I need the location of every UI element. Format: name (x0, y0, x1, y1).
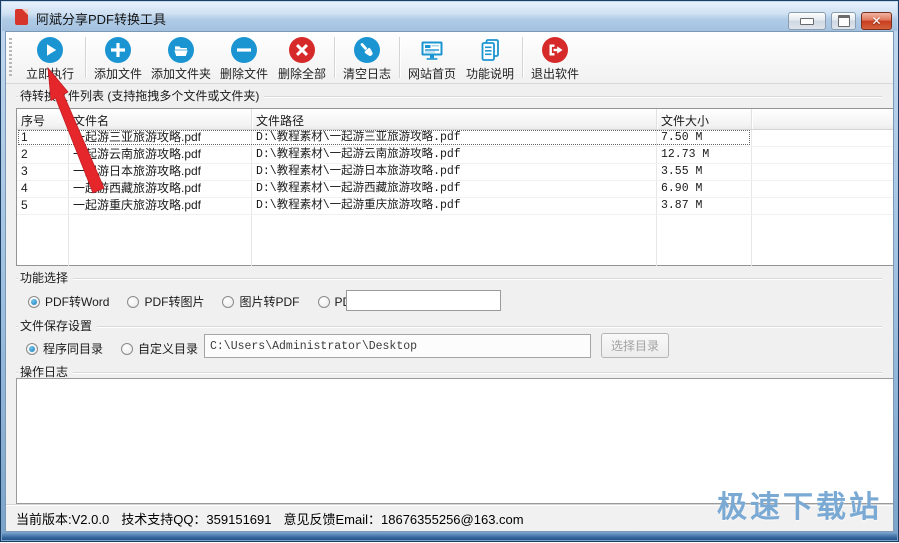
remove-all-button[interactable]: 删除全部 (273, 32, 331, 83)
table-body: 1 一起游三亚旅游攻略.pdf D:\教程素材\一起游三亚旅游攻略.pdf 7.… (17, 130, 893, 266)
client-area: 立即执行 添加文件 添加文件夹 (5, 31, 894, 532)
cell-no: 3 (17, 164, 69, 180)
cell-name: 一起游云南旅游攻略.pdf (69, 147, 252, 163)
add-file-icon (104, 35, 132, 64)
cell-name: 一起游日本旅游攻略.pdf (69, 164, 252, 180)
clear-log-button[interactable]: 清空日志 (338, 32, 396, 83)
cell-path: D:\教程素材\一起游西藏旅游攻略.pdf (252, 181, 657, 197)
status-email: 意见反馈Email：18676355256@163.com (284, 509, 524, 528)
cell-size: 3.55 M (657, 164, 752, 180)
remove-all-icon (288, 35, 316, 64)
password-input[interactable] (346, 290, 501, 311)
toolbar: 立即执行 添加文件 添加文件夹 (6, 32, 893, 84)
cell-path: D:\教程素材\一起游日本旅游攻略.pdf (252, 164, 657, 180)
table-row[interactable]: 4 一起游西藏旅游攻略.pdf D:\教程素材\一起游西藏旅游攻略.pdf 6.… (17, 181, 893, 198)
remove-file-icon (230, 35, 258, 64)
column-header-name[interactable]: 文件名 (69, 109, 252, 129)
save-section-header: 文件保存设置 (16, 317, 882, 331)
add-folder-icon (167, 35, 195, 64)
close-button[interactable]: ✕ (861, 12, 892, 30)
website-home-button[interactable]: 网站首页 (403, 32, 461, 83)
column-header-no[interactable]: 序号 (17, 109, 69, 129)
save-radio-group: 程序同目录 自定义目录 (26, 340, 216, 357)
radio-label[interactable]: PDF转图片 (144, 293, 204, 310)
cell-no: 2 (17, 147, 69, 163)
exit-icon (541, 35, 569, 64)
clear-log-icon (353, 35, 381, 64)
toolbar-separator (522, 37, 523, 78)
radio-label[interactable]: 程序同目录 (43, 340, 103, 357)
log-section-label: 操作日志 (18, 365, 73, 379)
table-row[interactable]: 3 一起游日本旅游攻略.pdf D:\教程素材\一起游日本旅游攻略.pdf 3.… (17, 164, 893, 181)
help-doc-icon (476, 35, 504, 64)
add-folder-button[interactable]: 添加文件夹 (147, 32, 215, 83)
file-list-section-header: 待转换文件列表 (支持拖拽多个文件或文件夹) (16, 87, 882, 101)
titlebar: 阿斌分享PDF转换工具 ✕ (2, 2, 897, 31)
minimize-icon (800, 18, 814, 25)
cell-no: 5 (17, 198, 69, 214)
status-version: 当前版本:V2.0.0 (16, 509, 109, 528)
toolbar-separator (334, 37, 335, 78)
window-title: 阿斌分享PDF转换工具 (36, 9, 166, 28)
add-file-button[interactable]: 添加文件 (89, 32, 147, 83)
website-home-icon (418, 35, 446, 64)
column-header-spacer (752, 109, 893, 129)
cell-no: 1 (17, 130, 69, 146)
toolbar-separator (399, 37, 400, 78)
file-list-section-label: 待转换文件列表 (支持拖拽多个文件或文件夹) (18, 89, 264, 103)
watermark-text: 极速下载站 (717, 482, 882, 526)
column-header-path[interactable]: 文件路径 (252, 109, 657, 129)
cell-size: 12.73 M (657, 147, 752, 163)
radio-image-to-pdf[interactable] (222, 296, 234, 308)
cell-path: D:\教程素材\一起游重庆旅游攻略.pdf (252, 198, 657, 214)
exit-button[interactable]: 退出软件 (526, 32, 584, 83)
app-window: 阿斌分享PDF转换工具 ✕ 立即执行 添加文件 (0, 0, 899, 542)
remove-file-button[interactable]: 删除文件 (215, 32, 273, 83)
function-radio-group: PDF转Word PDF转图片 图片转PDF PDF加密 (28, 293, 401, 310)
toolbar-grip[interactable] (9, 38, 12, 77)
cell-path: D:\教程素材\一起游云南旅游攻略.pdf (252, 147, 657, 163)
radio-label[interactable]: 图片转PDF (239, 293, 299, 310)
status-qq: 技术支持QQ：359151691 (121, 509, 271, 528)
function-section-header: 功能选择 (16, 269, 882, 283)
table-row[interactable]: 5 一起游重庆旅游攻略.pdf D:\教程素材\一起游重庆旅游攻略.pdf 3.… (17, 198, 893, 215)
close-icon: ✕ (871, 15, 881, 27)
app-pdf-icon (15, 9, 28, 25)
execute-button[interactable]: 立即执行 (18, 32, 82, 83)
minimize-button[interactable] (788, 12, 826, 30)
log-section-header: 操作日志 (16, 363, 882, 377)
play-icon (36, 35, 64, 64)
cell-path: D:\教程素材\一起游三亚旅游攻略.pdf (252, 130, 657, 146)
cell-name: 一起游重庆旅游攻略.pdf (69, 198, 252, 214)
radio-pdf-encrypt[interactable] (318, 296, 330, 308)
radio-label[interactable]: PDF转Word (45, 293, 109, 310)
maximize-icon (838, 15, 850, 27)
cell-no: 4 (17, 181, 69, 197)
cell-name: 一起游西藏旅游攻略.pdf (69, 181, 252, 197)
maximize-button[interactable] (831, 12, 856, 30)
cell-size: 7.50 M (657, 130, 752, 146)
function-section-label: 功能选择 (18, 271, 73, 285)
table-header: 序号 文件名 文件路径 文件大小 (17, 109, 893, 130)
table-row[interactable]: 2 一起游云南旅游攻略.pdf D:\教程素材\一起游云南旅游攻略.pdf 12… (17, 147, 893, 164)
radio-label[interactable]: 自定义目录 (138, 340, 198, 357)
radio-pdf-to-image[interactable] (127, 296, 139, 308)
column-header-size[interactable]: 文件大小 (657, 109, 752, 129)
radio-pdf-to-word[interactable] (28, 296, 40, 308)
cell-size: 3.87 M (657, 198, 752, 214)
save-section-label: 文件保存设置 (18, 319, 97, 333)
file-list-table[interactable]: 序号 文件名 文件路径 文件大小 1 一起游三亚旅游攻略.pdf D:\教程素材… (16, 108, 894, 266)
table-row[interactable]: 1 一起游三亚旅游攻略.pdf D:\教程素材\一起游三亚旅游攻略.pdf 7.… (17, 130, 893, 147)
radio-same-dir[interactable] (26, 343, 38, 355)
cell-size: 6.90 M (657, 181, 752, 197)
radio-custom-dir[interactable] (121, 343, 133, 355)
save-path-input[interactable] (204, 334, 591, 358)
help-doc-button[interactable]: 功能说明 (461, 32, 519, 83)
choose-dir-button[interactable]: 选择目录 (601, 333, 669, 358)
toolbar-separator (85, 37, 86, 78)
cell-name: 一起游三亚旅游攻略.pdf (69, 130, 252, 146)
